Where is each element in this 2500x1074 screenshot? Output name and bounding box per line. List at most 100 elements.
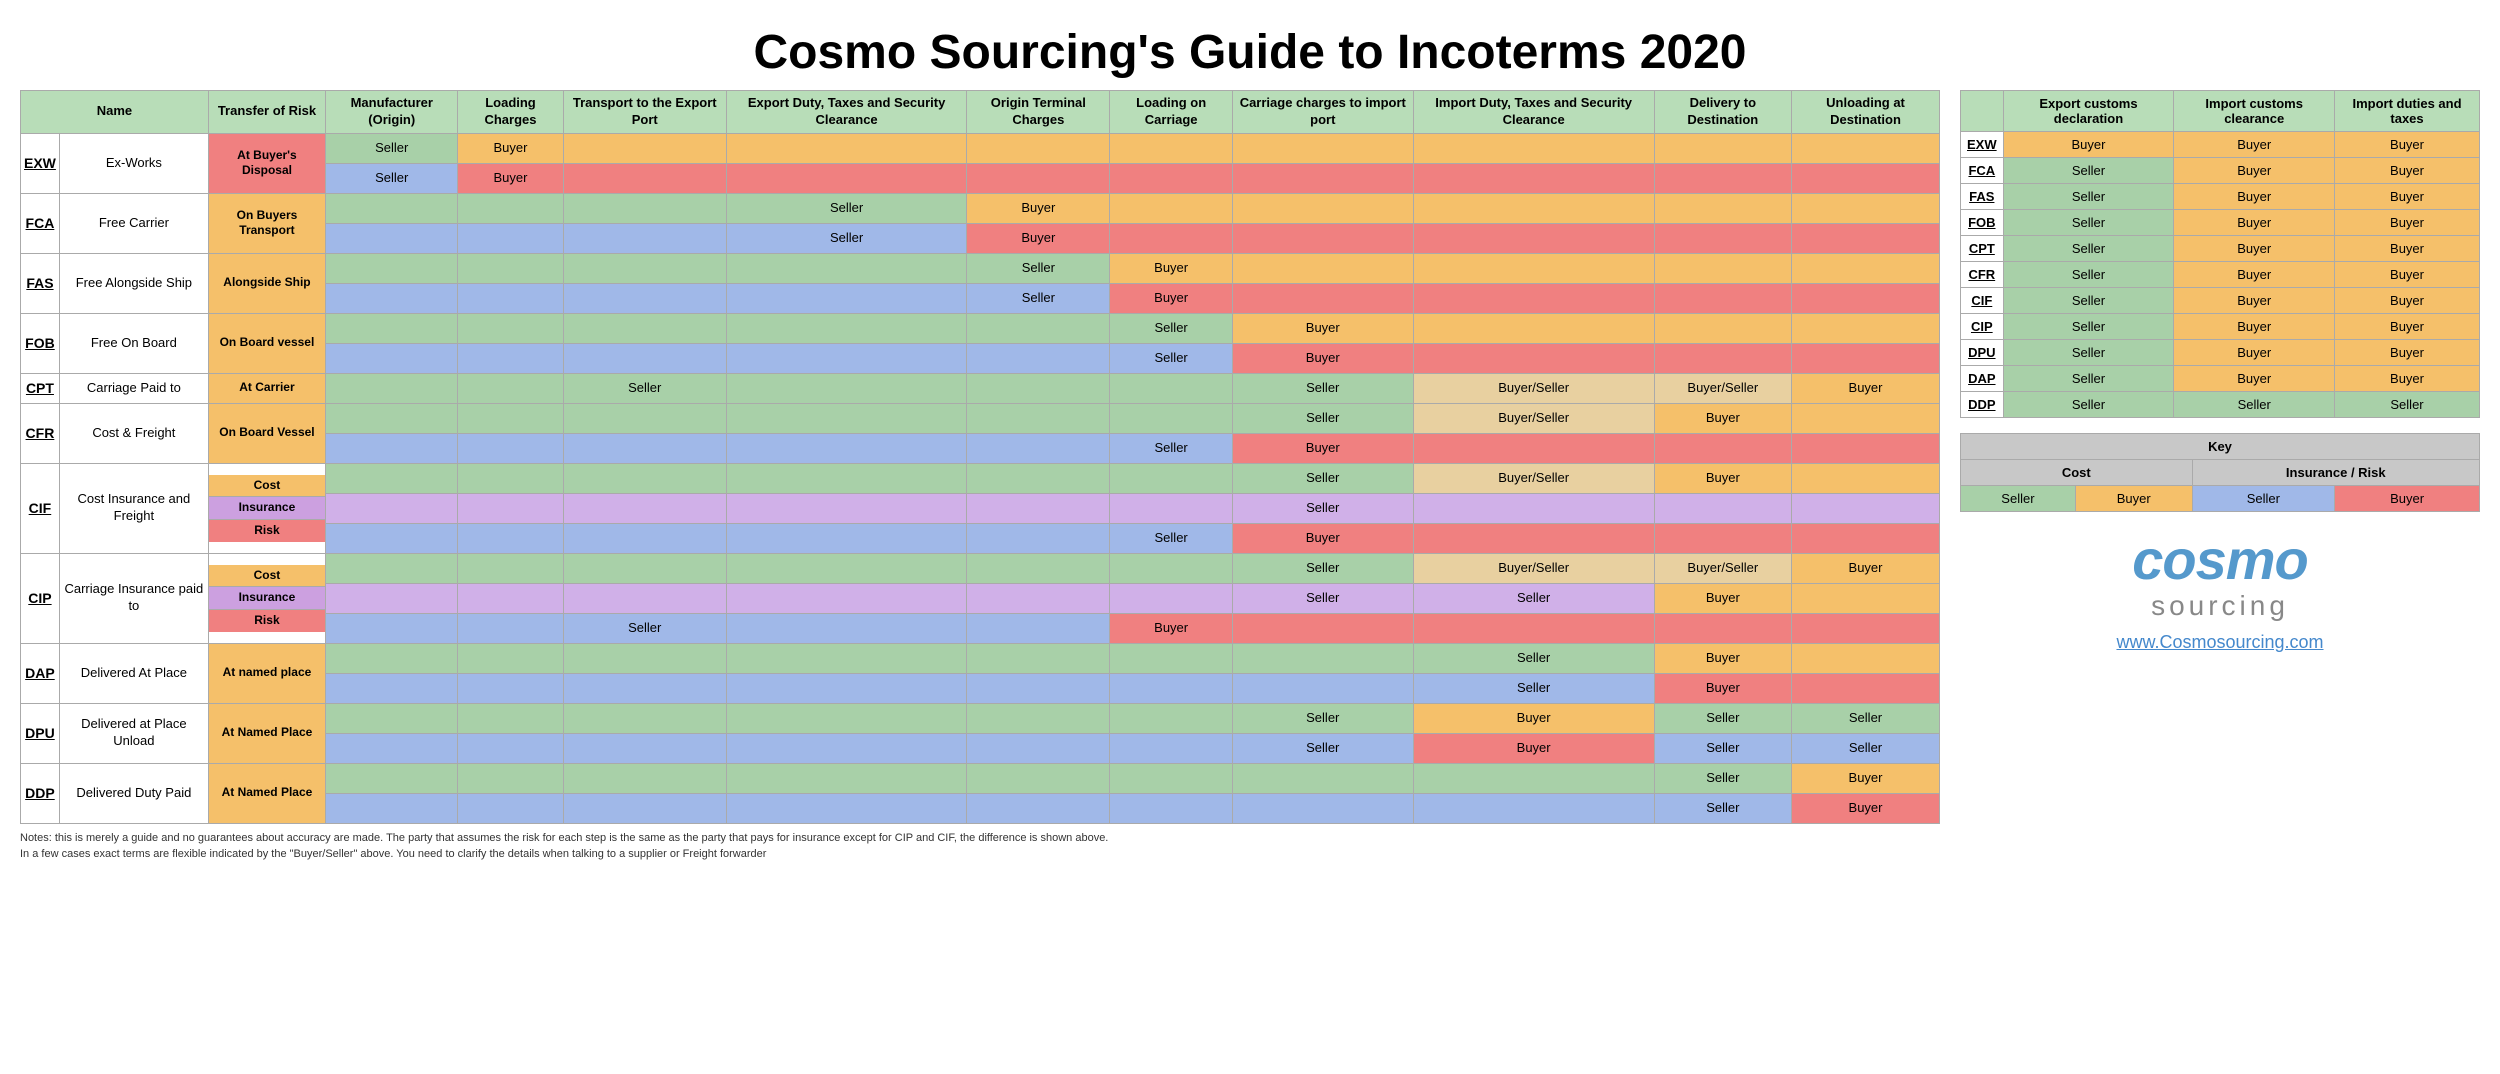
risk-fob: On Board vessel [208,313,325,373]
table-row: EXW Ex-Works At Buyer's Disposal Seller … [21,133,1940,163]
logo-cosmo: cosmo [1960,532,2480,588]
list-item: FCA Seller Buyer Buyer [1961,158,2480,184]
cell-exw-carriage-1 [1232,133,1413,163]
cell-exw-transport-1 [563,133,726,163]
cell-fca-unload-1 [1792,193,1940,223]
cell-exw-origin-2 [967,163,1110,193]
cell-fas-transport-2 [563,283,726,313]
list-item: CIF Seller Buyer Buyer [1961,288,2480,314]
table-row: CPT Carriage Paid to At Carrier Seller S… [21,373,1940,403]
cell-exw-load-2: Buyer [458,163,563,193]
cell-exw-import-1 [1413,133,1654,163]
key-buyer-cost: Buyer [2075,486,2192,512]
term-code-dpu: DPU [25,725,55,741]
cell-fas-unload-2 [1792,283,1940,313]
cell-exw-export-1 [726,133,966,163]
term-name-dpu: Delivered at Place Unload [81,716,187,748]
term-code-cpt: CPT [26,380,54,396]
table-row: FOB Free On Board On Board vessel Seller… [21,313,1940,343]
header-delivery: Delivery to Destination [1654,91,1791,134]
rt-header-export: Export customs declaration [2003,91,2174,132]
cell-exw-delivery-2 [1654,163,1791,193]
term-name-dap: Delivered At Place [81,665,187,680]
term-code-fca: FCA [26,215,55,231]
risk-fca: On Buyers Transport [208,193,325,253]
cell-exw-origin-1 [967,133,1110,163]
main-table-wrap: Name Transfer of Risk Manufacturer (Orig… [20,90,1940,863]
header-export-duty: Export Duty, Taxes and Security Clearanc… [726,91,966,134]
term-code-ddp: DDP [25,785,55,801]
key-title: Key [1961,434,2480,460]
table-row: FCA Free Carrier On Buyers Transport Sel… [21,193,1940,223]
cell-fca-transport-1 [563,193,726,223]
table-row: DPU Delivered at Place Unload At Named P… [21,703,1940,733]
cell-fas-carriage-1 [1232,253,1413,283]
cell-exw-delivery-1 [1654,133,1791,163]
table-row: DAP Delivered At Place At named place Se… [21,643,1940,673]
cell-fas-import-2 [1413,283,1654,313]
cell-fas-export-1 [726,253,966,283]
key-risk-header: Insurance / Risk [2192,460,2479,486]
term-name-cpt: Carriage Paid to [87,380,181,395]
risk-exw: At Buyer's Disposal [208,133,325,193]
cell-fca-carriage-2 [1232,223,1413,253]
risk-fas: Alongside Ship [208,253,325,313]
cell-fas-delivery-1 [1654,253,1791,283]
header-carriage-import: Carriage charges to import port [1232,91,1413,134]
header-manufacturer: Manufacturer (Origin) [326,91,458,134]
table-row: CFR Cost & Freight On Board Vessel Selle… [21,403,1940,433]
list-item: CFR Seller Buyer Buyer [1961,262,2480,288]
header-transfer-risk: Transfer of Risk [208,91,325,134]
cell-fca-origin-1: Buyer [967,193,1110,223]
cell-exw-import-2 [1413,163,1654,193]
cell-fas-carriage-2 [1232,283,1413,313]
key-buyer-risk: Buyer [2335,486,2480,512]
cell-fas-mfr-2 [326,283,458,313]
cell-exw-loadon-1 [1110,133,1232,163]
list-item: CIP Seller Buyer Buyer [1961,314,2480,340]
cell-fca-carriage-1 [1232,193,1413,223]
cell-fca-transport-2 [563,223,726,253]
list-item: DAP Seller Buyer Buyer [1961,366,2480,392]
header-import-duty: Import Duty, Taxes and Security Clearanc… [1413,91,1654,134]
term-name-fob: Free On Board [91,335,177,350]
key-row: Seller Buyer Seller Buyer [1961,486,2480,512]
cell-fas-export-2 [726,283,966,313]
term-code-fas: FAS [26,275,53,291]
website-link[interactable]: www.Cosmosourcing.com [1960,632,2480,653]
list-item: DPU Seller Buyer Buyer [1961,340,2480,366]
cell-fca-export-2: Seller [726,223,966,253]
cell-fca-delivery-2 [1654,223,1791,253]
term-name-cif: Cost Insurance and Freight [78,491,191,523]
header-loading: Loading Charges [458,91,563,134]
key-seller-risk: Seller [2192,486,2335,512]
right-panel: Export customs declaration Import custom… [1960,90,2480,653]
term-code-cfr: CFR [26,425,55,441]
cell-fca-export-1: Seller [726,193,966,223]
list-item: CPT Seller Buyer Buyer [1961,236,2480,262]
cell-fas-transport-1 [563,253,726,283]
cell-fas-origin-2: Seller [967,283,1110,313]
cell-exw-transport-2 [563,163,726,193]
cell-exw-load-1: Buyer [458,133,563,163]
cell-fas-load-1 [458,253,563,283]
incoterms-table: Name Transfer of Risk Manufacturer (Orig… [20,90,1940,824]
cell-fca-import-2 [1413,223,1654,253]
cell-exw-mfr-2: Seller [326,163,458,193]
term-name-fca: Free Carrier [99,215,169,230]
term-code-dap: DAP [25,665,55,681]
table-row: CIP Carriage Insurance paid to Cost Insu… [21,553,1940,583]
cell-fca-import-1 [1413,193,1654,223]
cell-exw-unload-2 [1792,163,1940,193]
list-item: FAS Seller Buyer Buyer [1961,184,2480,210]
rt-header-import-dt: Import duties and taxes [2335,91,2480,132]
term-name-ddp: Delivered Duty Paid [76,785,191,800]
term-code-cip: CIP [28,590,51,606]
list-item: DDP Seller Seller Seller [1961,392,2480,418]
cell-fas-mfr-1 [326,253,458,283]
cell-exw-carriage-2 [1232,163,1413,193]
cell-fas-loadon-2: Buyer [1110,283,1232,313]
key-cost-header: Cost [1961,460,2193,486]
cell-fca-load-2 [458,223,563,253]
term-code-cif: CIF [29,500,52,516]
